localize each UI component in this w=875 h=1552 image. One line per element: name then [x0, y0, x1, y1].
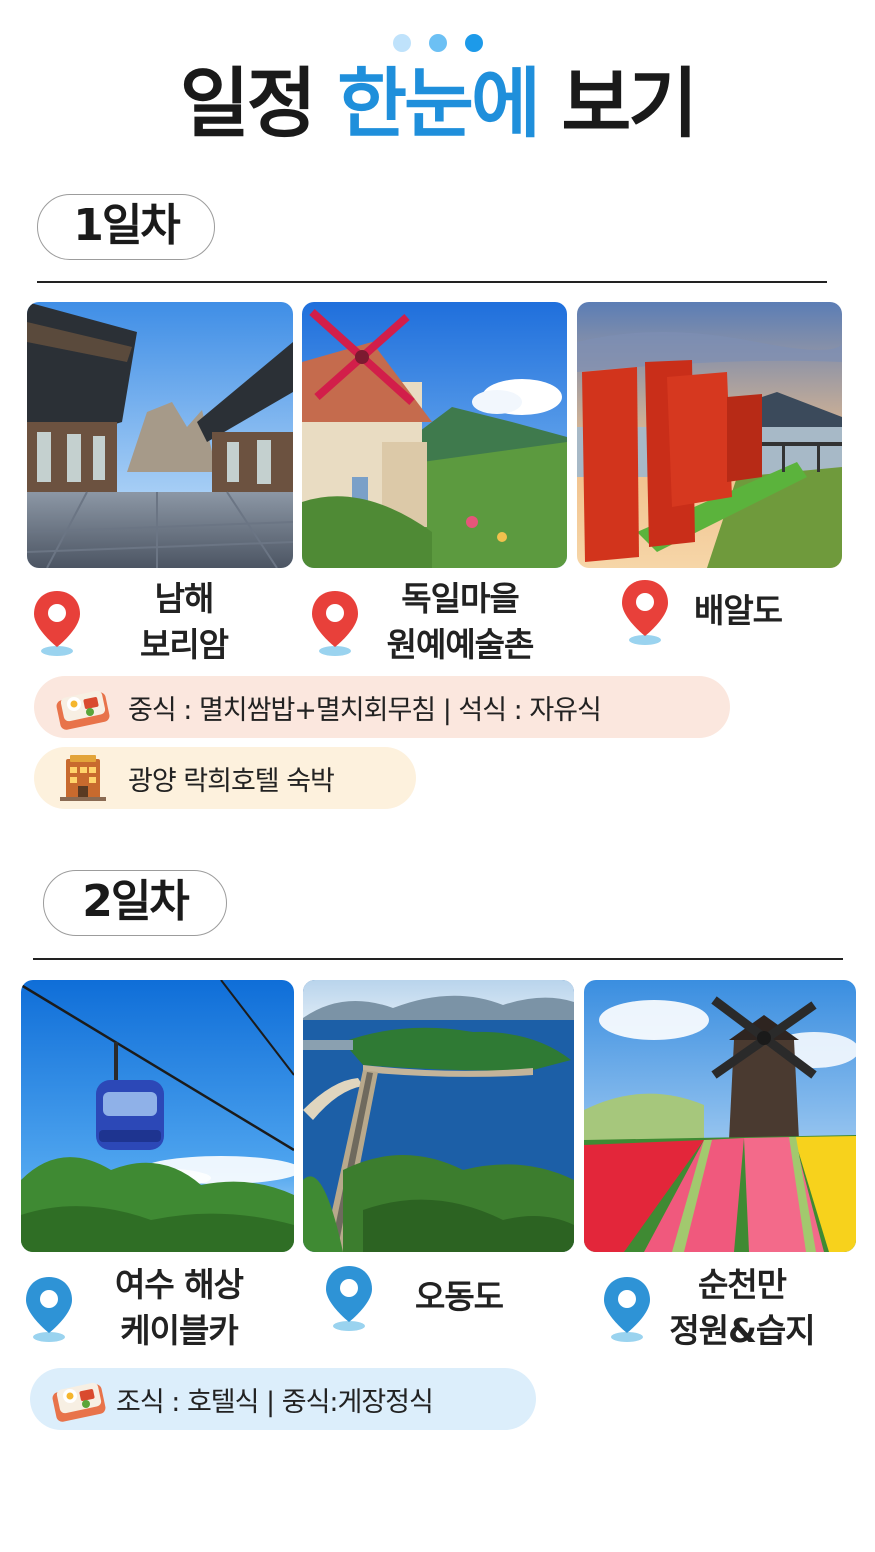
place-name-line1: 배알도: [693, 591, 783, 630]
place-name: 독일마을 원예예술촌: [362, 576, 558, 668]
location-pin-icon: [22, 1273, 76, 1343]
bento-icon: [50, 1374, 108, 1424]
place-name-line1: 독일마을: [401, 579, 519, 618]
meals-text: 중식 : 멸치쌈밥+멸치회무침 | 석식 : 자유식: [128, 694, 602, 726]
dot-light: [393, 34, 411, 52]
photo-cable-car: [21, 980, 294, 1252]
photo-german-village: [302, 302, 567, 568]
dot-dark: [465, 34, 483, 52]
place-name-line1: 순천만: [697, 1265, 787, 1304]
day-1-lodging-bar: 광양 락희호텔 숙박: [34, 747, 416, 809]
location-pin-icon: [30, 587, 84, 657]
place-name-line2: 보리암: [139, 625, 229, 664]
photo-baealdo: [577, 302, 842, 568]
hotel-icon: [54, 753, 112, 803]
dot-mid: [429, 34, 447, 52]
day-1-divider: [37, 281, 827, 283]
location-pin-icon: [322, 1262, 376, 1332]
title-accent: 한눈에: [337, 59, 541, 148]
location-pin-icon: [618, 576, 672, 646]
meals-text: 조식 : 호텔식 | 중식:게장정식: [116, 1386, 434, 1418]
location-pin-icon: [600, 1273, 654, 1343]
place-name: 순천만 정원&습지: [642, 1262, 842, 1354]
place-1-2: 독일마을 원예예술촌: [308, 576, 568, 668]
photo-odongdo: [303, 980, 574, 1252]
place-name: 여수 해상 케이블카: [76, 1262, 282, 1354]
place-name: 배알도: [678, 588, 798, 634]
place-name-line2: 케이블카: [120, 1311, 238, 1350]
header-dots: [393, 34, 485, 54]
location-pin-icon: [308, 587, 362, 657]
photo-suncheon-garden: [584, 980, 856, 1252]
place-name-line1: 오동도: [414, 1277, 504, 1316]
place-name-line1: 여수 해상: [115, 1265, 244, 1304]
page-title: 일정 한눈에 보기: [0, 58, 875, 150]
day-2-meals-bar: 조식 : 호텔식 | 중식:게장정식: [30, 1368, 536, 1430]
place-1-1: 남해 보리암: [30, 576, 290, 668]
title-part1: 일정: [179, 59, 317, 148]
place-name: 오동도: [384, 1274, 534, 1320]
lodging-text: 광양 락희호텔 숙박: [128, 765, 335, 797]
day-2-label: 2일차: [43, 870, 227, 936]
place-name: 남해 보리암: [84, 576, 284, 668]
place-name-line2: 정원&습지: [669, 1311, 815, 1350]
place-name-line1: 남해: [154, 579, 215, 618]
photo-boriam: [27, 302, 293, 568]
title-part2: 보기: [561, 59, 698, 148]
place-2-1: 여수 해상 케이블카: [22, 1262, 294, 1354]
place-2-3: 순천만 정원&습지: [600, 1262, 868, 1354]
place-name-line2: 원예예술촌: [386, 625, 535, 664]
place-1-3: 배알도: [618, 576, 848, 646]
day-2-divider: [33, 958, 843, 960]
day-1-label: 1일차: [37, 194, 215, 260]
bento-icon: [54, 682, 112, 732]
day-1-meals-bar: 중식 : 멸치쌈밥+멸치회무침 | 석식 : 자유식: [34, 676, 730, 738]
place-2-2: 오동도: [322, 1262, 572, 1332]
